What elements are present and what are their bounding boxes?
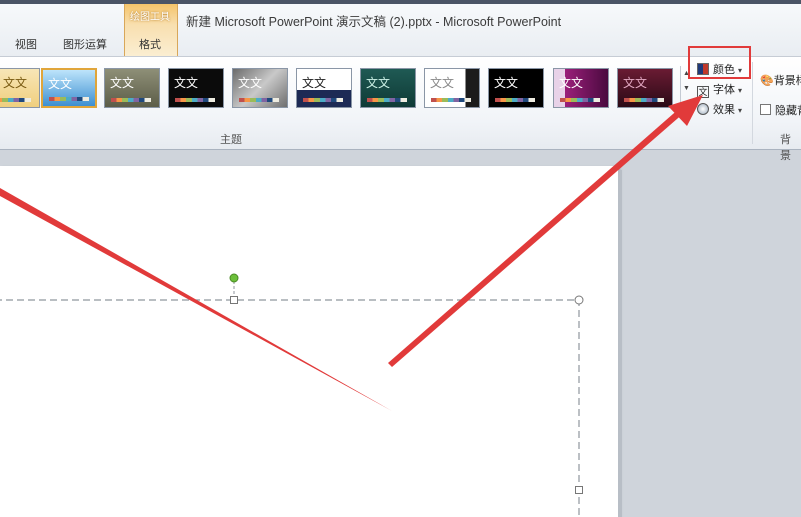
resize-handle-top-right[interactable] — [574, 295, 584, 305]
annotation-overlay — [0, 95, 703, 517]
resize-handle-top[interactable] — [230, 296, 238, 304]
rotation-handle[interactable] — [229, 273, 239, 283]
resize-handle-right[interactable] — [575, 486, 583, 494]
textbox-selection-border[interactable] — [0, 299, 580, 517]
annotation-arrow-shaft — [388, 107, 685, 367]
annotation-line — [0, 188, 392, 411]
